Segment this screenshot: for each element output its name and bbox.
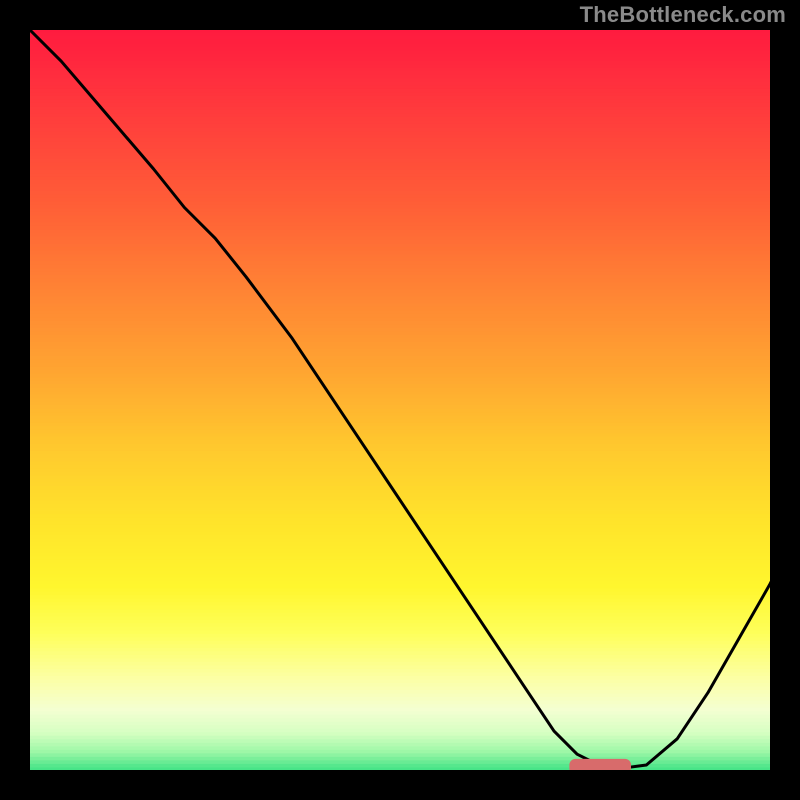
watermark-text: TheBottleneck.com [580, 2, 786, 28]
heat-gradient-background [15, 15, 785, 790]
chart-canvas [0, 0, 800, 800]
